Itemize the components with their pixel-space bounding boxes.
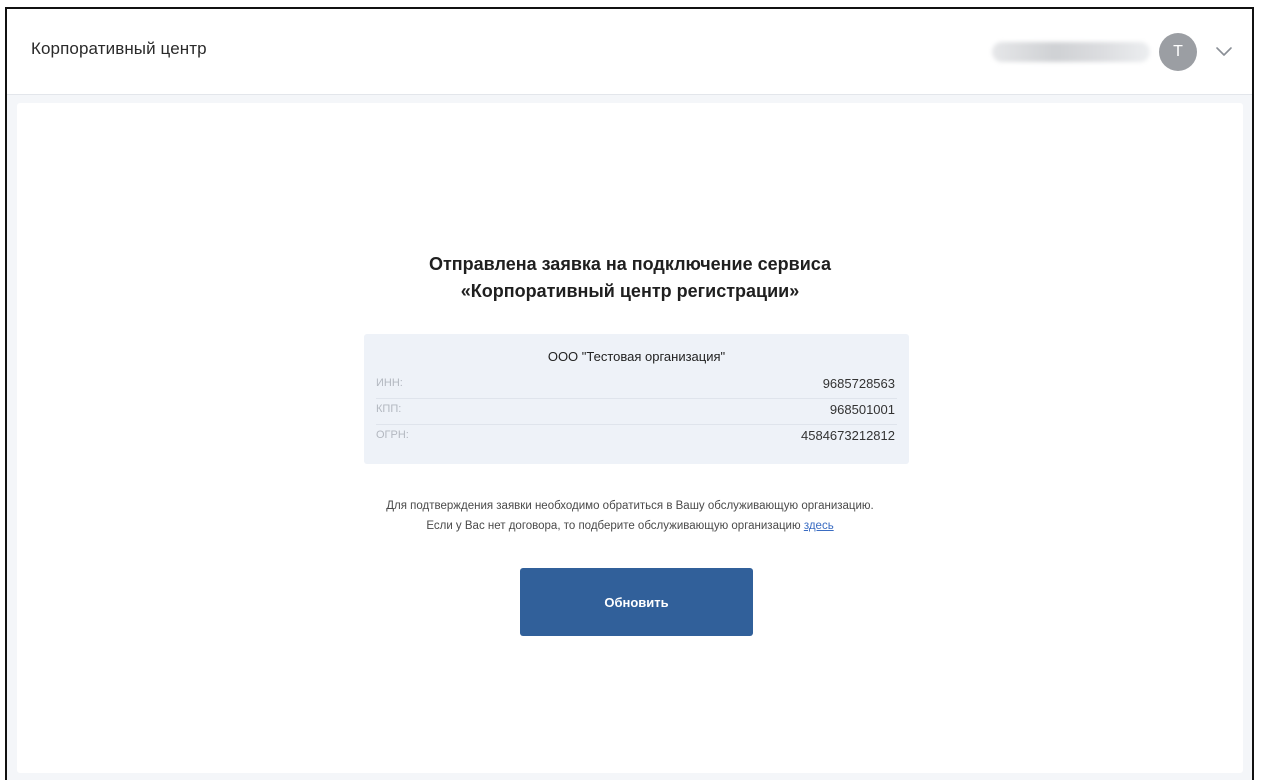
org-row-inn: ИНН: 9685728563 (376, 374, 897, 399)
note-line-2-text: Если у Вас нет договора, то подберите об… (426, 520, 801, 532)
page: Корпоративный центр T Отправлена заявка … (0, 0, 1262, 780)
user-name-blurred[interactable] (992, 42, 1150, 62)
main-content: Отправлена заявка на подключение сервиса… (17, 103, 1243, 773)
note-line-2: Если у Вас нет договора, то подберите об… (17, 516, 1243, 536)
org-row-value: 4584673212812 (801, 428, 895, 443)
user-avatar[interactable]: T (1159, 33, 1197, 71)
org-row-label: ИНН: (376, 377, 403, 389)
heading-line-2: «Корпоративный центр регистрации» (460, 281, 800, 301)
organization-name: ООО "Тестовая организация" (547, 349, 726, 364)
chevron-down-icon[interactable] (1213, 40, 1235, 62)
org-row-label: ОГРН: (376, 429, 409, 441)
refresh-button[interactable]: Обновить (520, 568, 753, 636)
app-window: Корпоративный центр T Отправлена заявка … (5, 7, 1254, 780)
choose-provider-link[interactable]: здесь (804, 520, 834, 532)
org-row-kpp: КПП: 968501001 (376, 400, 897, 425)
top-header: Корпоративный центр T (7, 9, 1252, 95)
org-row-value: 968501001 (829, 402, 895, 417)
confirmation-note: Для подтверждения заявки необходимо обра… (17, 496, 1243, 536)
organization-card: ООО "Тестовая организация" ИНН: 96857285… (364, 334, 909, 464)
org-row-value: 9685728563 (822, 376, 895, 391)
heading-line-1: Отправлена заявка на подключение сервиса (428, 254, 831, 274)
note-line-1: Для подтверждения заявки необходимо обра… (386, 500, 874, 512)
org-row-label: КПП: (376, 403, 402, 415)
org-row-ogrn: ОГРН: 4584673212812 (376, 426, 897, 450)
page-heading: Отправлена заявка на подключение сервиса… (17, 251, 1243, 305)
app-title: Корпоративный центр (31, 39, 207, 58)
